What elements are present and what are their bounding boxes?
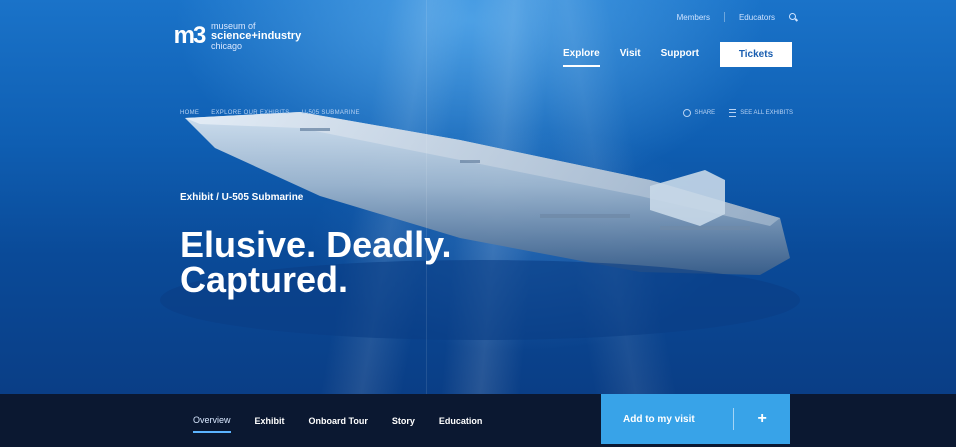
share-button[interactable]: SHARE	[682, 109, 716, 117]
logo-line-3: chicago	[211, 41, 243, 51]
list-icon	[729, 109, 737, 117]
tickets-button[interactable]: Tickets	[720, 42, 792, 67]
section-tabs: Overview Exhibit Onboard Tour Story Educ…	[193, 394, 482, 447]
divider	[723, 12, 725, 22]
logo-text: museum of science+industry chicago	[211, 21, 301, 51]
submarine-image	[160, 112, 800, 340]
all-exhibits-label: SEE ALL EXHIBITS	[740, 110, 793, 116]
headline-line-2: Captured.	[180, 259, 349, 300]
hero-headline: Elusive. Deadly. Captured.	[180, 224, 452, 300]
add-to-visit-label: Add to my visit	[623, 413, 695, 425]
tab-overview[interactable]: Overview	[193, 409, 231, 433]
tab-education[interactable]: Education	[439, 410, 483, 432]
section-tab-bar: Overview Exhibit Onboard Tour Story Educ…	[0, 394, 956, 447]
breadcrumb: HOME EXPLORE OUR EXHIBITS U-505 SUBMARIN…	[180, 110, 360, 116]
tab-onboard-tour[interactable]: Onboard Tour	[309, 410, 368, 432]
museum-logo[interactable]: m3 museum of science+industry chicago	[173, 18, 302, 54]
educators-link[interactable]: Educators	[739, 13, 775, 22]
breadcrumb-explore[interactable]: EXPLORE OUR EXHIBITS	[211, 110, 289, 116]
plus-icon: +	[757, 410, 767, 427]
search-icon[interactable]	[789, 12, 798, 22]
share-label: SHARE	[694, 110, 716, 116]
nav-visit[interactable]: Visit	[620, 48, 641, 67]
add-to-visit-button[interactable]: Add to my visit +	[601, 394, 790, 444]
page-actions: SHARE SEE ALL EXHIBITS	[682, 109, 793, 117]
breadcrumb-home[interactable]: HOME	[180, 110, 199, 116]
exhibit-kicker: Exhibit / U-505 Submarine	[180, 192, 304, 203]
tab-exhibit[interactable]: Exhibit	[255, 410, 285, 432]
breadcrumb-current: U-505 SUBMARINE	[301, 110, 360, 116]
nav-explore[interactable]: Explore	[563, 48, 600, 67]
logo-mark: m3	[173, 22, 207, 49]
nav-support[interactable]: Support	[661, 48, 699, 67]
logo-line-2: science+industry	[211, 30, 302, 42]
main-nav: Explore Visit Support	[563, 48, 699, 67]
headline-line-1: Elusive. Deadly.	[180, 224, 452, 265]
hero-banner: m3 museum of science+industry chicago Me…	[0, 0, 956, 394]
utility-nav: Members Educators	[677, 12, 798, 22]
tab-story[interactable]: Story	[392, 410, 415, 432]
all-exhibits-link[interactable]: SEE ALL EXHIBITS	[729, 109, 793, 117]
members-link[interactable]: Members	[677, 13, 710, 22]
share-icon	[682, 109, 691, 117]
guide-line	[426, 0, 427, 394]
